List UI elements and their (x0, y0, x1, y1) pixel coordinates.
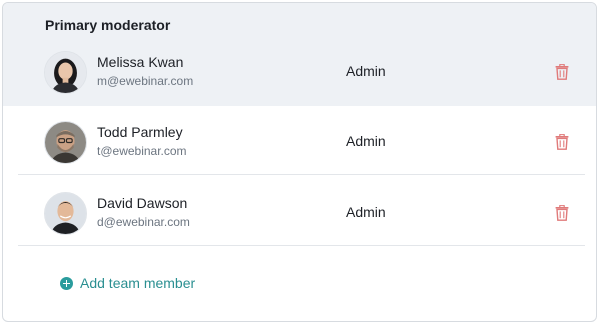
member-email: t@ewebinar.com (97, 144, 187, 158)
trash-icon (555, 134, 569, 150)
member-email: m@ewebinar.com (97, 74, 194, 88)
delete-member-button[interactable] (552, 62, 572, 82)
section-heading: Primary moderator (45, 17, 171, 33)
member-role[interactable]: Admin (346, 133, 386, 149)
plus-circle-icon (60, 276, 73, 290)
trash-icon (555, 64, 569, 80)
member-name: Melissa Kwan (97, 54, 184, 70)
delete-member-button[interactable] (552, 203, 572, 223)
trash-icon (555, 205, 569, 221)
add-team-member-label: Add team member (80, 275, 196, 291)
member-name: Todd Parmley (97, 124, 183, 140)
member-email: d@ewebinar.com (97, 215, 190, 229)
member-role[interactable]: Admin (346, 63, 386, 79)
moderators-card: Primary moderator Melissa Kwan m@ewebina… (2, 2, 597, 322)
avatar (44, 192, 87, 235)
member-row: David Dawson d@ewebinar.com Admin (3, 179, 596, 249)
member-row: Todd Parmley t@ewebinar.com Admin (3, 108, 596, 178)
divider (18, 174, 585, 175)
divider (18, 245, 585, 246)
avatar (44, 51, 87, 94)
member-row: Melissa Kwan m@ewebinar.com Admin (3, 38, 596, 108)
add-team-member-button[interactable]: Add team member (60, 275, 195, 291)
member-role[interactable]: Admin (346, 204, 386, 220)
avatar (44, 121, 87, 164)
delete-member-button[interactable] (552, 132, 572, 152)
member-name: David Dawson (97, 195, 188, 211)
